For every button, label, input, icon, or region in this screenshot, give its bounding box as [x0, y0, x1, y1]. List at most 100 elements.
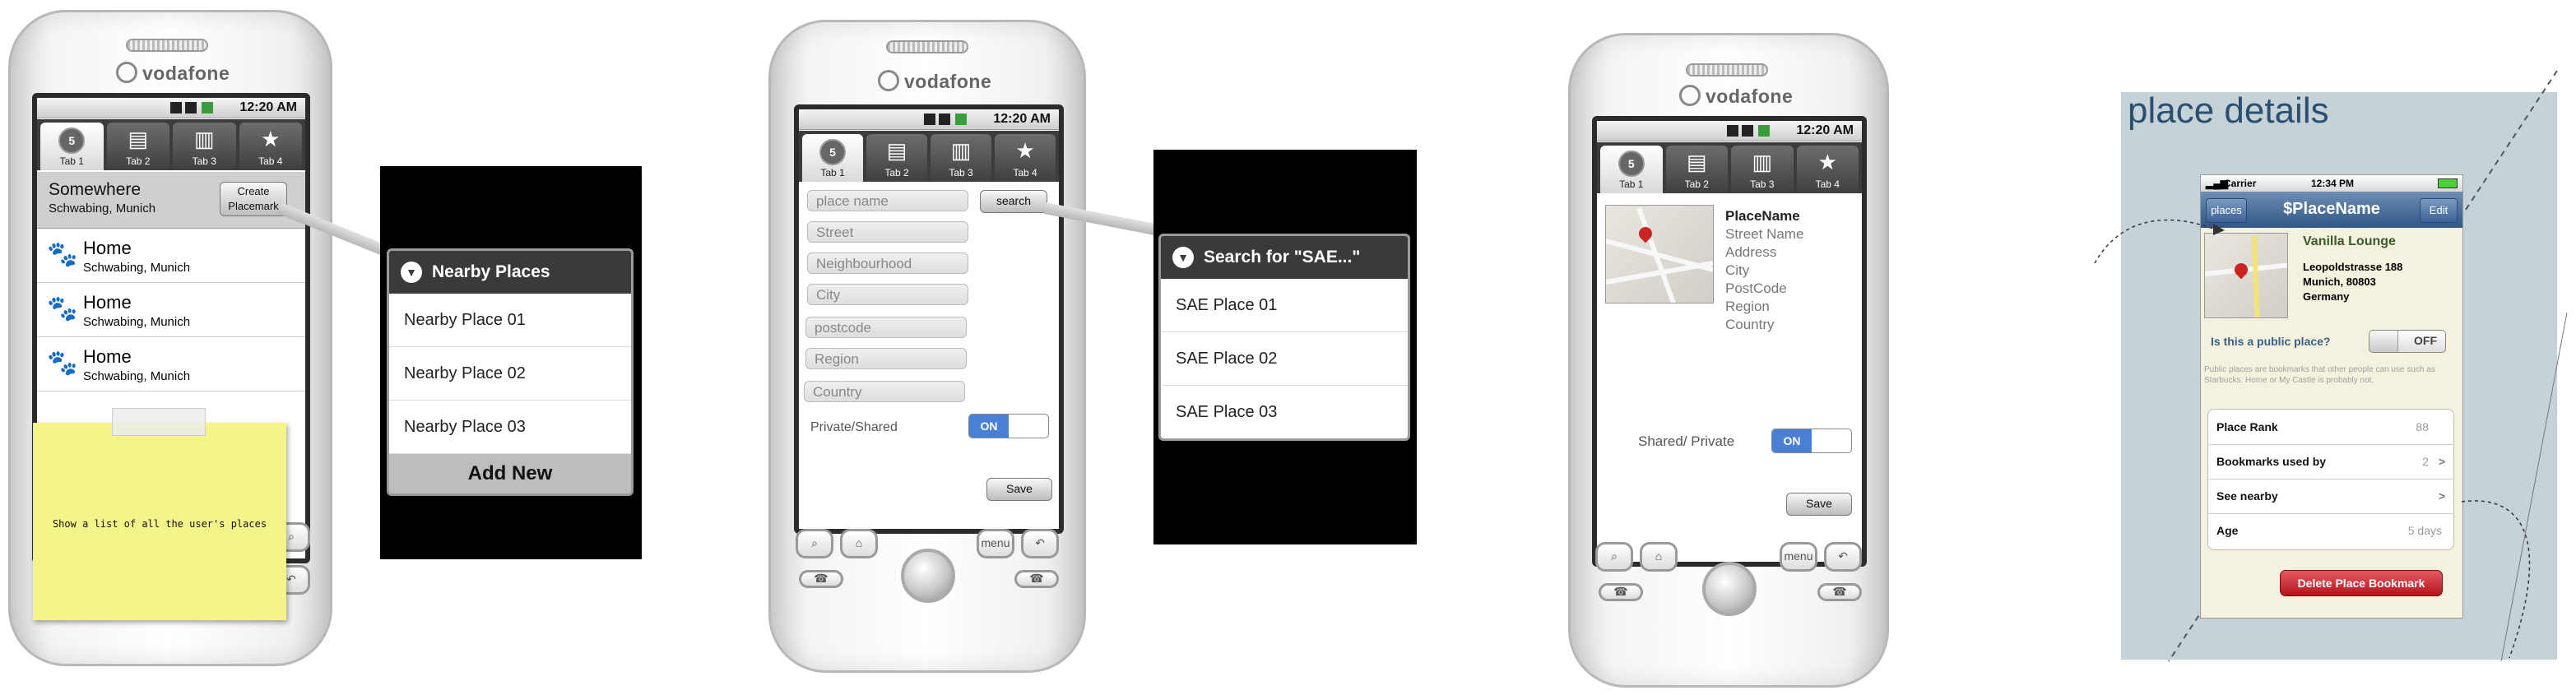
place-name-field[interactable]: place name [807, 190, 968, 211]
battery-icon [202, 102, 213, 114]
place-name: Home [83, 292, 132, 313]
place-list-item[interactable]: 🐾 Home Schwabing, Munich [37, 229, 305, 283]
location-subtitle: Schwabing, Munich [49, 202, 156, 215]
end-call-key[interactable]: ☎ [1817, 583, 1862, 601]
privacy-toggle[interactable]: ON [1771, 429, 1852, 453]
neighbourhood-field[interactable]: Neighbourhood [807, 253, 968, 274]
search-result-item[interactable]: SAE Place 03 [1161, 386, 1408, 438]
region-field[interactable]: Region [805, 348, 967, 369]
tab-3[interactable]: ▥ Tab 3 [931, 134, 991, 182]
ios-status-bar: ▂▄▆ Carrier 12:34 PM [2201, 175, 2462, 192]
age-row: Age 5 days [2216, 524, 2442, 537]
place-list-item[interactable]: 🐾 Home Schwabing, Munich [37, 338, 305, 392]
star-icon: ★ [1817, 150, 1837, 174]
chevron-right-icon: > [2438, 489, 2445, 503]
delete-bookmark-button[interactable]: Delete Place Bookmark [2280, 570, 2443, 596]
tab-3[interactable]: ▥ Tab 3 [173, 123, 236, 170]
public-toggle[interactable]: OFF [2369, 330, 2446, 353]
toggle-on-label: ON [969, 415, 1009, 438]
carrier-label: Carrier [2224, 178, 2257, 189]
tab-1[interactable]: 5 Tab 1 [40, 123, 104, 170]
save-button[interactable]: Save [986, 478, 1052, 501]
phone-screen-3: 12:20 AM 5 Tab 1 ▤ Tab 2 ▥ Tab 3 ★ Tab 4 Pla… [1592, 116, 1867, 567]
region-label: Region [1725, 299, 1770, 314]
tab-4[interactable]: ★ Tab 4 [995, 134, 1056, 182]
earpiece-speaker [126, 39, 208, 52]
sticky-note: Show a list of all the user's places [33, 408, 286, 620]
tab-4[interactable]: ★ Tab 4 [1796, 146, 1859, 193]
country-field[interactable]: Country [804, 381, 965, 402]
search-overlay-panel: ▼ Search for "SAE..." SAE Place 01 SAE Pl… [1153, 150, 1417, 544]
bookmarks-used-row[interactable]: Bookmarks used by 2 > [2208, 444, 2453, 480]
nearby-places-dialog: ▼ Nearby Places Nearby Place 01 Nearby Pl… [387, 248, 634, 496]
search-result-item[interactable]: SAE Place 02 [1161, 332, 1408, 386]
tab-2[interactable]: ▤ Tab 2 [866, 134, 927, 182]
back-key[interactable]: ↶ [1021, 529, 1059, 558]
menu-key[interactable]: menu [977, 529, 1014, 558]
tab-badge: 5 [819, 139, 846, 165]
back-key[interactable]: ↶ [1824, 542, 1862, 572]
trackball[interactable] [1702, 562, 1757, 616]
connector-arrows-right [2461, 500, 2531, 659]
list-icon: ▤ [1686, 150, 1707, 174]
search-result-item[interactable]: SAE Place 01 [1161, 279, 1408, 332]
see-nearby-row[interactable]: See nearby > [2208, 479, 2453, 514]
save-button[interactable]: Save [1786, 493, 1852, 516]
list-icon: ▤ [886, 138, 907, 163]
trackball[interactable] [901, 549, 955, 603]
battery-icon [2438, 178, 2458, 188]
tab-2[interactable]: ▤ Tab 2 [1665, 146, 1728, 193]
phone-mockup-2: vodafone 12:20 AM 5 Tab 1 ▤ Tab 2 ▥ Tab 3 ★… [768, 20, 1086, 673]
paw-icon: 🐾 [47, 241, 78, 268]
address-label: Address [1725, 244, 1777, 260]
nearby-overlay-panel: ▼ Nearby Places Nearby Place 01 Nearby Pl… [380, 166, 642, 559]
city-field[interactable]: City [807, 284, 968, 305]
carrier-logo: vodafone [1679, 85, 1793, 108]
search-button[interactable]: search [980, 190, 1047, 213]
carrier-logo: vodafone [116, 62, 230, 85]
place-name: Home [83, 238, 132, 258]
place-rank-row: Place Rank 88 [2208, 410, 2453, 445]
current-location-header: Somewhere Schwabing, Munich Create Place… [37, 172, 305, 229]
tab-1[interactable]: 5 Tab 1 [1600, 146, 1663, 193]
paw-icon: 🐾 [47, 350, 78, 377]
map-icon: ▥ [950, 138, 972, 163]
search-key[interactable]: ⌕ [1595, 542, 1633, 572]
call-key[interactable]: ☎ [799, 570, 843, 588]
map-thumbnail[interactable] [1605, 205, 1714, 303]
call-key[interactable]: ☎ [1599, 583, 1643, 601]
nearby-place-item[interactable]: Nearby Place 02 [389, 347, 631, 401]
tab-2[interactable]: ▤ Tab 2 [106, 123, 169, 170]
chevron-right-icon: > [2438, 455, 2445, 468]
menu-key[interactable]: menu [1780, 542, 1817, 572]
add-new-button[interactable]: Add New [389, 454, 631, 493]
details-table: Place Rank 88 Bookmarks used by 2 > See nea… [2207, 409, 2454, 550]
postcode-field[interactable]: postcode [805, 317, 967, 338]
place-list-item[interactable]: 🐾 Home Schwabing, Munich [37, 284, 305, 337]
list-icon: ▤ [128, 127, 149, 151]
address-line: Munich, 80803 [2303, 276, 2376, 288]
home-key[interactable]: ⌂ [840, 529, 878, 558]
nearby-place-item[interactable]: Nearby Place 01 [389, 294, 631, 347]
nearby-place-item[interactable]: Nearby Place 03 [389, 401, 631, 454]
privacy-toggle[interactable]: ON [968, 414, 1049, 438]
public-help-text: Public places are bookmarks that other p… [2204, 365, 2435, 385]
tab-bar: 5 Tab 1 ▤ Tab 2 ▥ Tab 3 ★ Tab 4 [1597, 142, 1862, 193]
phone-mockup-3: vodafone 12:20 AM 5 Tab 1 ▤ Tab 2 ▥ Tab 3 ★… [1568, 33, 1889, 688]
place-name: Home [83, 346, 132, 367]
street-field[interactable]: Street [807, 221, 968, 243]
address-line: Leopoldstrasse 188 [2303, 261, 2403, 273]
home-key[interactable]: ⌂ [1640, 542, 1678, 572]
tab-1[interactable]: 5 Tab 1 [802, 134, 863, 182]
edit-button[interactable]: Edit [2420, 198, 2458, 223]
search-key[interactable]: ⌕ [796, 529, 833, 558]
create-placemark-button[interactable]: Create Placemark [220, 182, 287, 216]
status-bar: 12:20 AM [1597, 121, 1862, 141]
tab-3[interactable]: ▥ Tab 3 [1731, 146, 1794, 193]
toggle-off-label: OFF [2414, 334, 2437, 347]
ios-nav-bar: places $PlaceName Edit [2201, 192, 2462, 228]
chevron-down-icon: ▼ [1172, 247, 1194, 268]
tab-4[interactable]: ★ Tab 4 [239, 123, 302, 170]
end-call-key[interactable]: ☎ [1014, 570, 1059, 588]
network-icon [1742, 125, 1753, 137]
